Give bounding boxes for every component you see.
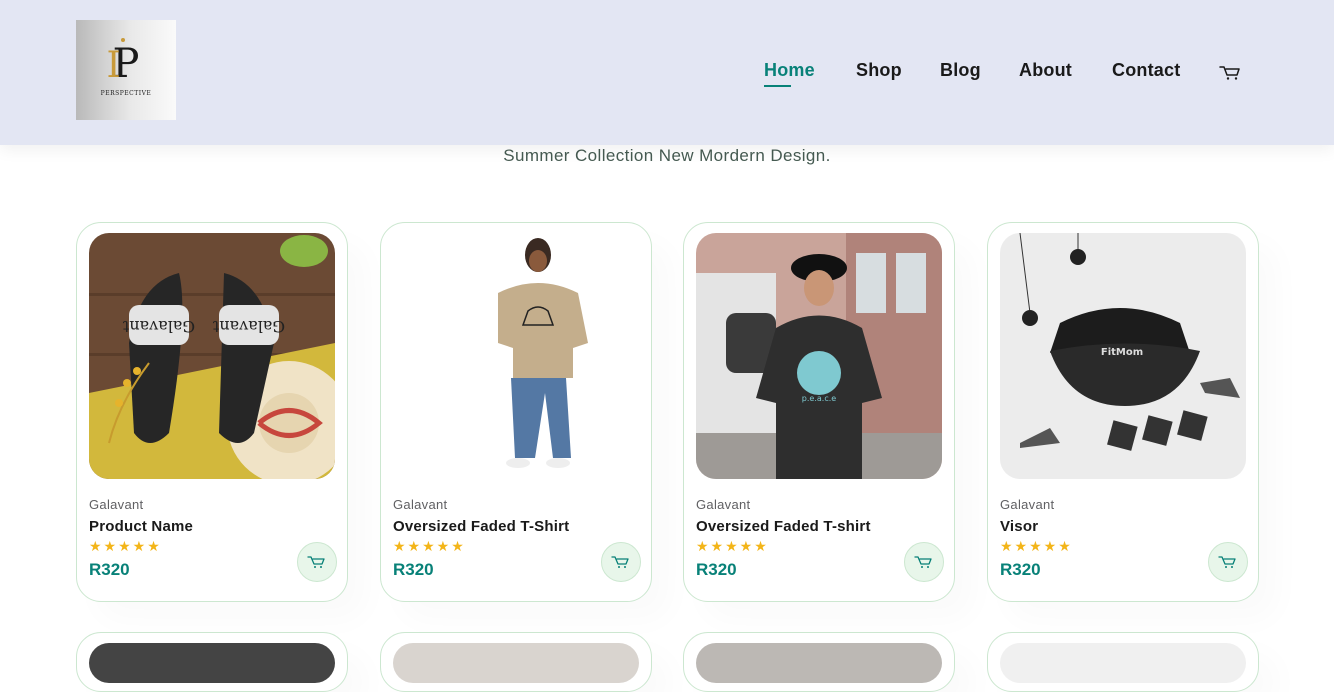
- svg-text:p.e.a.c.e: p.e.a.c.e: [802, 394, 836, 403]
- nav-blog[interactable]: Blog: [940, 60, 981, 81]
- rating-stars: ★★★★★: [1000, 538, 1073, 554]
- product-card[interactable]: Galavant Galavant Galavant Product Name …: [76, 222, 348, 602]
- logo-wordmark: PERSPECTIVE: [100, 89, 152, 97]
- product-name: Visor: [1000, 518, 1039, 535]
- section-subtitle: Summer Collection New Mordern Design.: [503, 146, 831, 165]
- product-price: R320: [89, 560, 130, 579]
- product-price: R320: [696, 560, 737, 579]
- cart-icon: [1218, 556, 1236, 568]
- rating-stars: ★★★★★: [89, 538, 162, 554]
- product-name: Oversized Faded T-shirt: [696, 518, 871, 535]
- product-image[interactable]: p.e.a.c.e: [696, 233, 942, 479]
- add-to-cart-button[interactable]: [601, 542, 641, 582]
- nav-contact[interactable]: Contact: [1112, 60, 1180, 81]
- nav-home[interactable]: Home: [764, 60, 815, 87]
- product-card[interactable]: FitMom Galavant Visor ★★★★★ R320: [987, 222, 1259, 602]
- product-brand: Galavant: [89, 497, 144, 512]
- add-to-cart-button[interactable]: [904, 542, 944, 582]
- rating-stars: ★★★★★: [393, 538, 466, 554]
- cart-icon: [611, 556, 629, 568]
- product-price: R320: [393, 560, 434, 579]
- product-card[interactable]: [987, 632, 1259, 692]
- site-header: IP PERSPECTIVE Home Shop Blog About Cont…: [0, 0, 1334, 145]
- add-to-cart-button[interactable]: [297, 542, 337, 582]
- add-to-cart-button[interactable]: [1208, 542, 1248, 582]
- product-image[interactable]: [696, 643, 942, 683]
- product-image[interactable]: [393, 643, 639, 683]
- product-image[interactable]: [1000, 643, 1246, 683]
- product-name: Oversized Faded T-Shirt: [393, 518, 570, 535]
- product-price: R320: [1000, 560, 1041, 579]
- cart-icon: [914, 556, 932, 568]
- rating-stars: ★★★★★: [696, 538, 769, 554]
- product-card[interactable]: [380, 632, 652, 692]
- product-name: Product Name: [89, 518, 194, 535]
- product-image[interactable]: [89, 643, 335, 683]
- product-brand: Galavant: [1000, 497, 1055, 512]
- svg-text:FitMom: FitMom: [1101, 347, 1143, 358]
- product-image[interactable]: Galavant Galavant: [89, 233, 335, 479]
- product-brand: Galavant: [696, 497, 751, 512]
- cart-icon: [307, 556, 325, 568]
- product-image[interactable]: [393, 233, 639, 479]
- product-image[interactable]: FitMom: [1000, 233, 1246, 479]
- product-card[interactable]: [683, 632, 955, 692]
- product-card[interactable]: [76, 632, 348, 692]
- product-card[interactable]: Galavant Oversized Faded T-Shirt ★★★★★ R…: [380, 222, 652, 602]
- cart-icon[interactable]: [1218, 62, 1242, 82]
- product-brand: Galavant: [393, 497, 448, 512]
- svg-text:Galavant: Galavant: [122, 317, 195, 336]
- nav-about[interactable]: About: [1019, 60, 1072, 81]
- product-card[interactable]: p.e.a.c.e Galavant Oversized Faded T-shi…: [683, 222, 955, 602]
- nav-shop[interactable]: Shop: [856, 60, 902, 81]
- svg-text:Galavant: Galavant: [212, 317, 285, 336]
- main-nav: Home Shop Blog About Contact: [0, 60, 1334, 87]
